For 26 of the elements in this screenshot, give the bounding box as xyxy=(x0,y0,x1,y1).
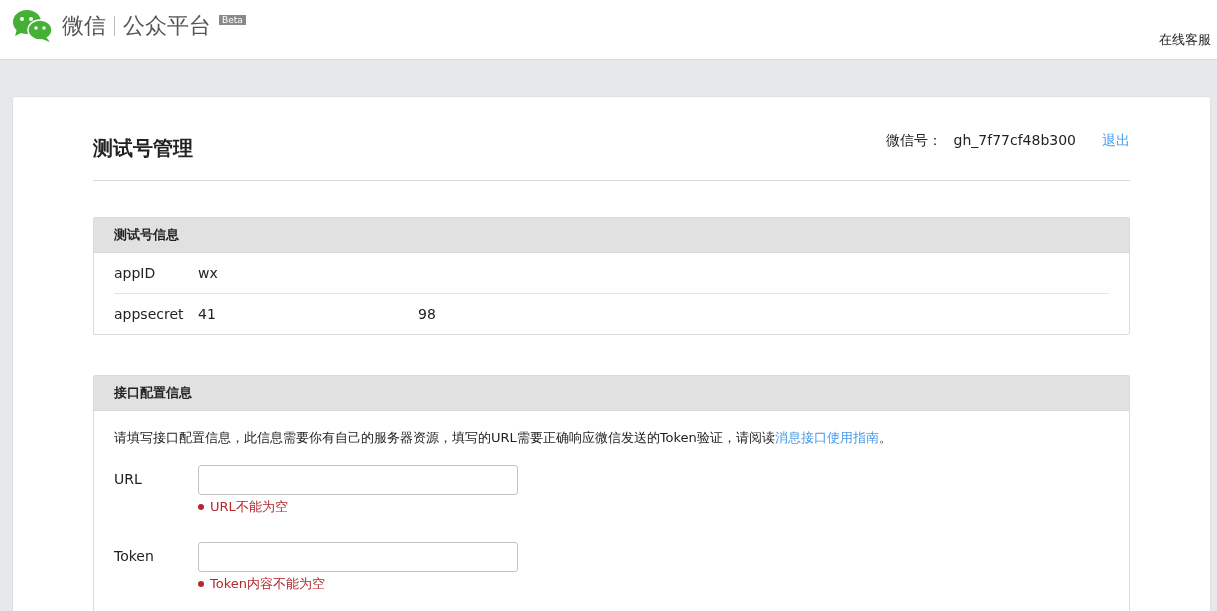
error-dot-icon xyxy=(198,581,204,587)
logout-link[interactable]: 退出 xyxy=(1102,132,1130,150)
guide-link[interactable]: 消息接口使用指南 xyxy=(774,430,879,445)
intro-text: 请填写接口配置信息，此信息需要你有自己的服务器资源，填写的URL需要正确响应微信发送的Token验证，请阅读消息接口使用指南。 xyxy=(114,429,893,447)
panel-title: 测试号信息 xyxy=(94,218,1129,253)
field-label: URL xyxy=(114,470,143,489)
account-label: 微信号： xyxy=(885,132,942,150)
online-service-link[interactable]: 在线客服 xyxy=(1159,31,1211,49)
brand-name: 微信 xyxy=(62,12,106,40)
chat-bubbles-icon xyxy=(12,9,54,43)
error-message: URL不能为空 xyxy=(210,498,288,516)
input-field[interactable] xyxy=(198,465,518,495)
error-dot-icon xyxy=(198,504,204,510)
row-value: 98 xyxy=(418,306,436,322)
row-label: appsecret xyxy=(114,306,185,322)
panel-title: 接口配置信息 xyxy=(94,376,1129,411)
input-field[interactable] xyxy=(198,542,518,572)
account-id: gh_7f77cf48b300 xyxy=(953,132,1076,150)
row-value: wx xyxy=(198,265,219,281)
page-title: 测试号管理 xyxy=(93,135,193,162)
field-label: Token xyxy=(114,547,155,566)
row-value: 41 xyxy=(198,306,217,322)
error-message: Token内容不能为空 xyxy=(210,575,325,593)
product-name: 公众平台 xyxy=(123,12,211,40)
beta-badge: Beta xyxy=(219,15,246,25)
row-label: appID xyxy=(114,265,157,281)
